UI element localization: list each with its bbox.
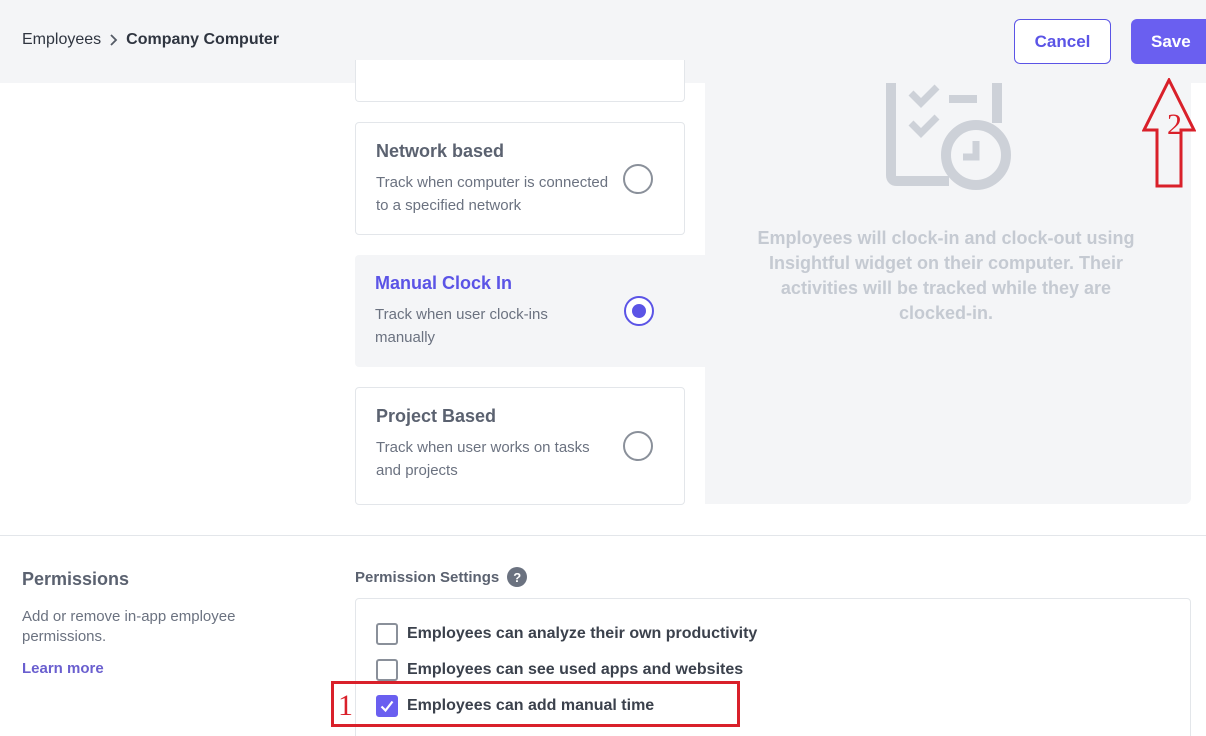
save-button[interactable]: Save — [1131, 19, 1206, 64]
cancel-button[interactable]: Cancel — [1014, 19, 1111, 64]
learn-more-link[interactable]: Learn more — [22, 660, 104, 677]
annotation-step-2: 2 — [1167, 108, 1182, 141]
radio-project-based[interactable] — [623, 431, 653, 461]
option-description: Track when user clock-ins manually — [375, 306, 548, 346]
checkbox-analyze-productivity[interactable] — [376, 623, 398, 645]
permission-settings-label: Permission Settings ? — [355, 567, 528, 587]
permission-label: Employees can analyze their own producti… — [407, 625, 758, 642]
tracking-option-manual-clock-in[interactable]: Manual Clock In Track when user clock-in… — [355, 255, 705, 367]
permission-row-see-apps-websites[interactable]: Employees can see used apps and websites — [376, 659, 743, 681]
annotation-step-1: 1 — [338, 689, 353, 722]
option-title: Project Based — [376, 406, 497, 426]
option-description: Track when user works on tasks and proje… — [376, 439, 590, 479]
permission-settings-text: Permission Settings — [355, 568, 500, 586]
tracking-option-project-based[interactable]: Project Based Track when user works on t… — [355, 387, 685, 505]
permission-row-analyze-productivity[interactable]: Employees can analyze their own producti… — [376, 623, 757, 645]
permissions-heading: Permissions — [22, 569, 130, 589]
section-divider — [0, 535, 1206, 536]
breadcrumb: Employees Company Computer — [22, 31, 279, 49]
tracking-option-network-based[interactable]: Network based Track when computer is con… — [355, 122, 685, 235]
clipboard-clock-icon — [881, 83, 1016, 203]
chevron-right-icon — [109, 34, 118, 46]
breadcrumb-employees-link[interactable]: Employees — [22, 31, 101, 49]
breadcrumb-current: Company Computer — [126, 31, 280, 48]
tracking-info-panel: Employees will clock-in and clock-out us… — [705, 83, 1191, 504]
radio-network-based[interactable] — [623, 164, 653, 194]
option-title: Manual Clock In — [375, 273, 513, 293]
permissions-description: Add or remove in-app employee permission… — [22, 608, 236, 645]
help-icon[interactable]: ? — [507, 567, 528, 587]
checkbox-see-apps-websites[interactable] — [376, 659, 398, 681]
tracking-info-text: Employees will clock-in and clock-out us… — [757, 228, 1135, 323]
permission-label: Employees can see used apps and websites — [407, 661, 744, 678]
annotation-highlight-box — [331, 681, 740, 727]
radio-manual-clock-in[interactable] — [624, 296, 654, 326]
option-description: Track when computer is connected to a sp… — [376, 174, 609, 214]
option-title: Network based — [376, 141, 505, 161]
tracking-option-card-partial[interactable] — [355, 60, 685, 102]
